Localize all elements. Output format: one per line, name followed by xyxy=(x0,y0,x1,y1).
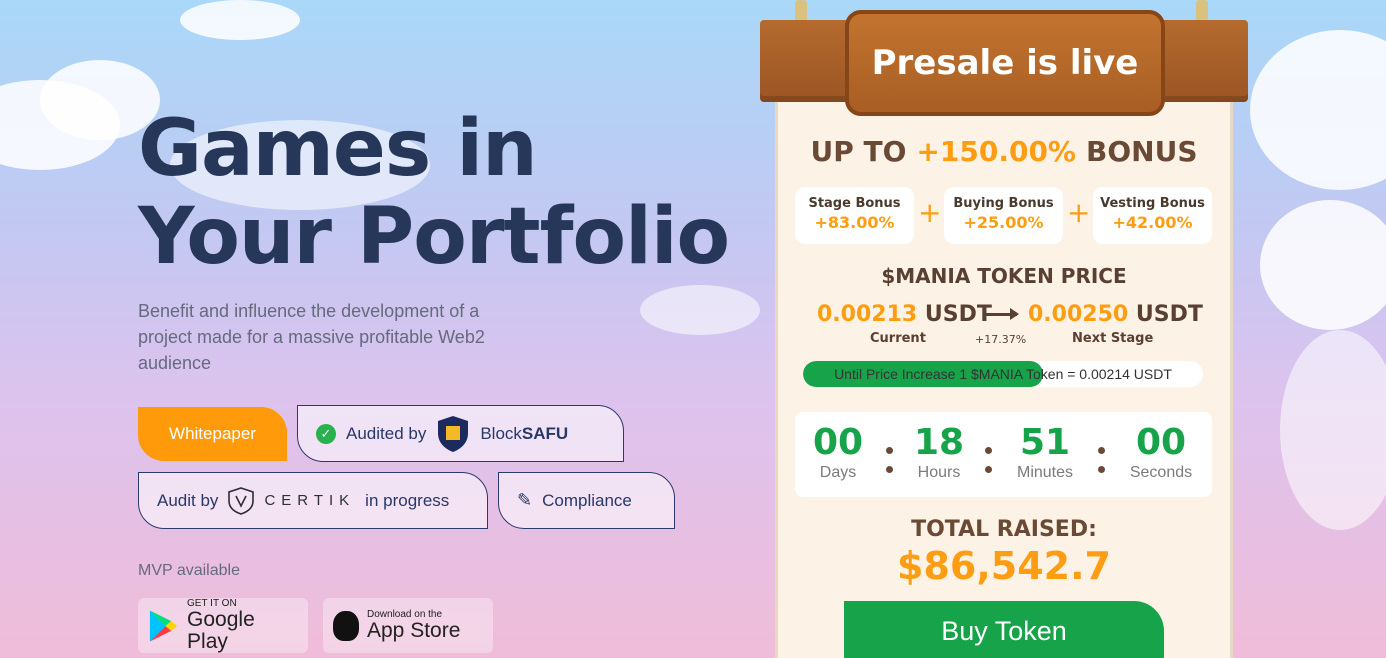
app-store-button[interactable]: Download on the App Store xyxy=(323,598,493,653)
presale-sign: Presale is live xyxy=(845,10,1165,116)
cloud xyxy=(1260,200,1386,330)
compliance-badge[interactable]: ✎ Compliance xyxy=(498,472,675,529)
arrow-right-icon xyxy=(983,308,1019,320)
separator-dot xyxy=(1098,447,1105,454)
blocksafu-brand: BlockSAFU xyxy=(480,423,569,443)
google-play-big: Google Play xyxy=(187,608,255,653)
vesting-bonus-value: +42.00% xyxy=(1112,213,1193,232)
separator-dot xyxy=(985,466,992,473)
mvp-label: MVP available xyxy=(138,562,240,579)
audit-by-label: Audit by xyxy=(157,490,219,510)
buying-bonus-label: Buying Bonus xyxy=(953,196,1054,211)
compliance-label: Compliance xyxy=(542,490,632,510)
next-stage-label: Next Stage xyxy=(1072,331,1154,346)
minutes-label: Minutes xyxy=(1016,464,1074,481)
days-value: 00 xyxy=(812,422,864,463)
cloud xyxy=(640,285,760,335)
vesting-bonus-box: Vesting Bonus +42.00% xyxy=(1093,187,1212,244)
price-progress-bar: Until Price Increase 1 $MANIA Token = 0.… xyxy=(803,361,1203,387)
buying-bonus-value: +25.00% xyxy=(963,213,1044,232)
stage-bonus-label: Stage Bonus xyxy=(808,196,901,211)
certik-word: CERTIK xyxy=(264,492,356,509)
countdown-timer: 00 Days 18 Hours 51 Minutes 00 Seconds xyxy=(795,412,1212,497)
current-price-currency: USDT xyxy=(924,302,992,327)
pen-icon: ✎ xyxy=(517,490,533,510)
check-icon: ✓ xyxy=(316,423,336,444)
bonus-prefix: UP TO xyxy=(810,135,907,168)
hours-value: 18 xyxy=(913,422,965,463)
buy-token-button[interactable]: Buy Token xyxy=(844,601,1164,658)
current-price: 0.00213 USDT xyxy=(817,302,992,327)
hero-title: Games in Your Portfolio xyxy=(138,104,730,282)
bonus-value: +150.00% xyxy=(916,135,1076,168)
in-progress-label: in progress xyxy=(365,490,450,510)
stage-bonus-box: Stage Bonus +83.00% xyxy=(795,187,914,244)
bonus-suffix: BONUS xyxy=(1086,135,1198,168)
separator-dot xyxy=(985,447,992,454)
token-price-title: $MANIA TOKEN PRICE xyxy=(881,264,1127,288)
bonus-headline: UP TO +150.00% BONUS xyxy=(775,135,1233,168)
total-raised-label: TOTAL RAISED: xyxy=(911,517,1097,542)
days-label: Days xyxy=(819,464,857,481)
audited-badge[interactable]: ✓ Audited by BlockSAFU xyxy=(297,405,624,462)
app-store-big: App Store xyxy=(367,619,461,642)
next-price-value: 0.00250 xyxy=(1028,302,1129,327)
cloud xyxy=(180,0,300,40)
apple-icon xyxy=(333,610,359,641)
hero-subtitle: Benefit and influence the development of… xyxy=(138,301,485,373)
current-label: Current xyxy=(870,331,926,346)
total-raised-value: $86,542.7 xyxy=(897,544,1111,588)
certik-badge[interactable]: Audit by CERTIK in progress xyxy=(138,472,488,529)
countdown-minutes: 51 Minutes xyxy=(1011,422,1079,482)
whitepaper-label: Whitepaper xyxy=(169,424,256,443)
audited-label: Audited by xyxy=(346,423,427,443)
minutes-value: 51 xyxy=(1019,422,1071,463)
certik-logo-icon xyxy=(228,486,255,515)
countdown-hours: 18 Hours xyxy=(911,422,967,482)
plus-icon: + xyxy=(918,196,942,229)
whitepaper-button[interactable]: Whitepaper xyxy=(138,407,287,461)
buying-bonus-box: Buying Bonus +25.00% xyxy=(944,187,1063,244)
cloud xyxy=(1280,330,1386,530)
price-increase: +17.37% xyxy=(975,333,1027,346)
presale-sign-text: Presale is live xyxy=(871,43,1139,83)
next-price-currency: USDT xyxy=(1135,302,1203,327)
hours-label: Hours xyxy=(917,464,961,481)
blocksafu-logo-icon xyxy=(438,415,469,452)
countdown-seconds: 00 Seconds xyxy=(1125,422,1197,482)
seconds-label: Seconds xyxy=(1129,464,1193,481)
seconds-value: 00 xyxy=(1135,422,1187,463)
vesting-bonus-label: Vesting Bonus xyxy=(1100,196,1205,211)
plus-icon: + xyxy=(1067,196,1091,229)
google-play-icon xyxy=(149,609,178,642)
stage-bonus-value: +83.00% xyxy=(814,213,895,232)
separator-dot xyxy=(886,447,893,454)
cloud xyxy=(1250,30,1386,190)
next-price: 0.00250 USDT xyxy=(1028,302,1203,327)
current-price-value: 0.00213 xyxy=(817,302,918,327)
separator-dot xyxy=(1098,466,1105,473)
google-play-button[interactable]: GET IT ON Google Play xyxy=(138,598,308,653)
progress-text: Until Price Increase 1 $MANIA Token = 0.… xyxy=(834,366,1172,382)
countdown-days: 00 Days xyxy=(811,422,865,482)
separator-dot xyxy=(886,466,893,473)
